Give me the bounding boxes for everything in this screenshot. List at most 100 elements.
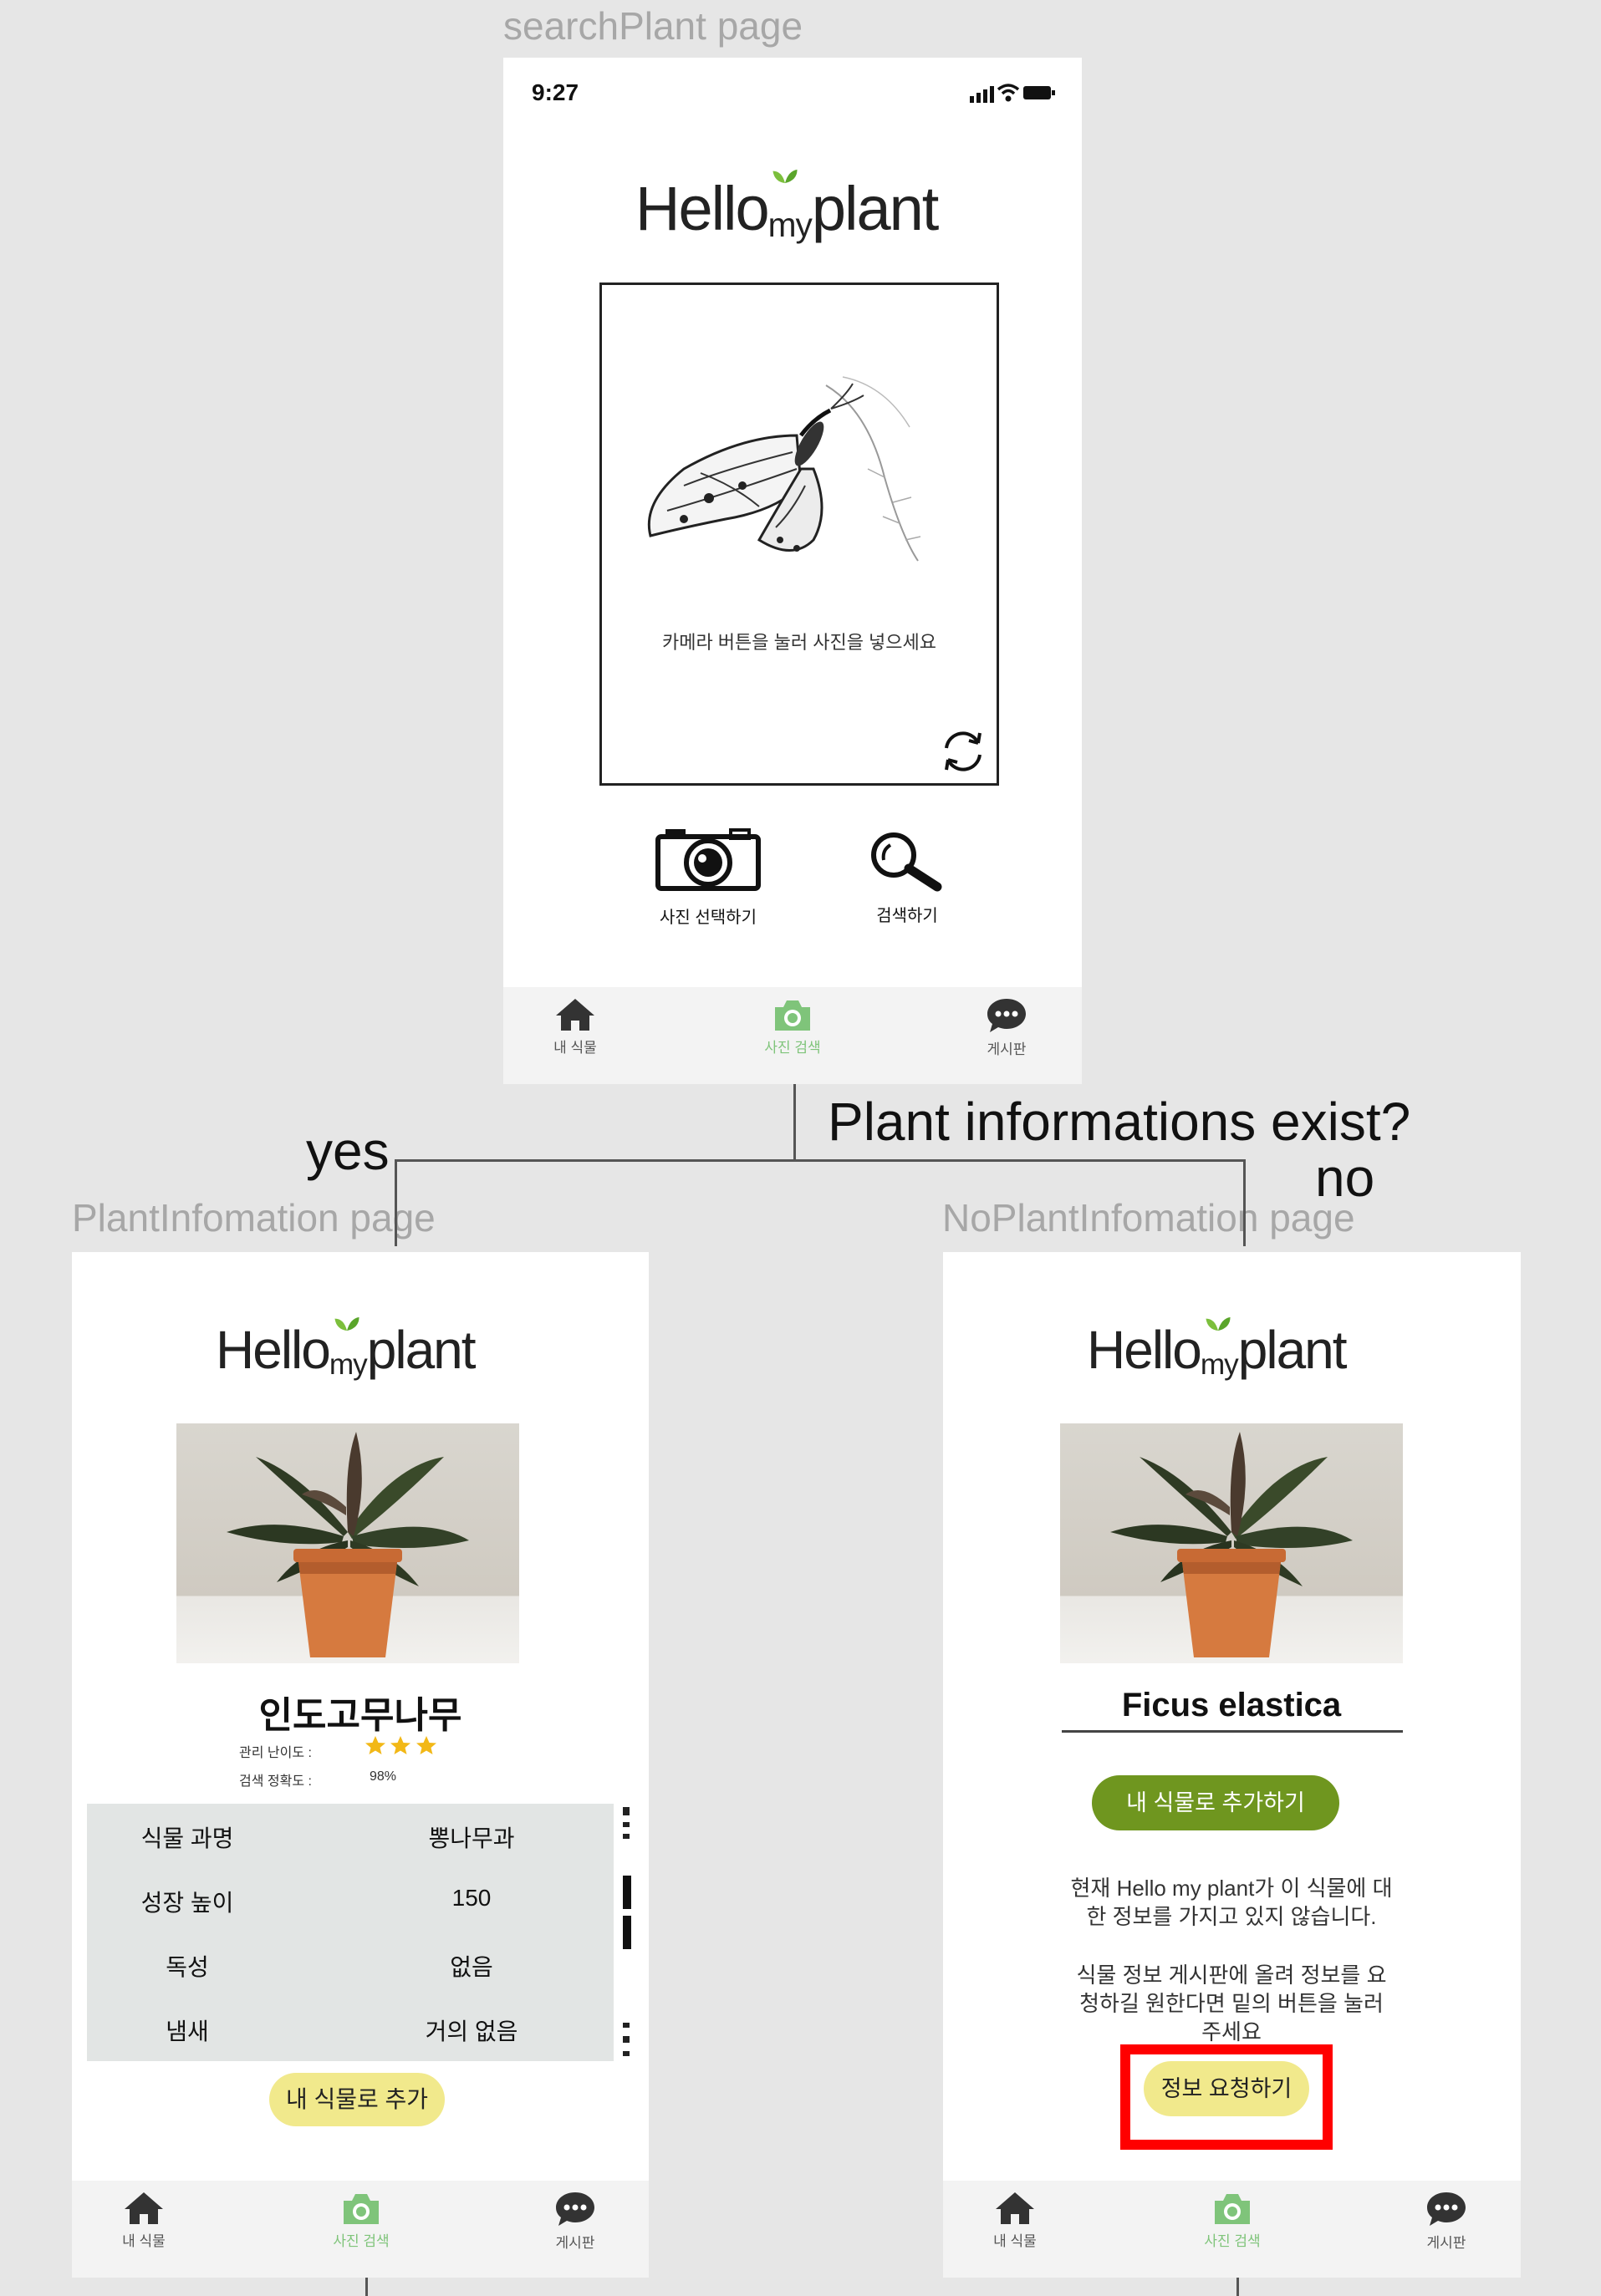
plant-information-screen: Hellomyplant 인도고무나무 관리 난이도 : 검색 정확도 : 98…	[72, 1252, 649, 2278]
plant-name: 인도고무나무	[258, 1695, 462, 1736]
tab-board-label: 게시판	[555, 2235, 595, 2251]
request-guide-message: 식물 정보 게시판에 올려 정보를 요 청하길 원한다면 밑의 버튼을 눌러 주…	[1027, 1961, 1436, 2046]
info-page-label: PlantInfomation page	[72, 1196, 436, 1240]
search-button[interactable]: 검색하기	[861, 828, 953, 926]
connector-down	[793, 1084, 796, 1162]
tab-board[interactable]: 게시판	[525, 2191, 625, 2252]
tab-board-label: 게시판	[987, 1041, 1027, 1057]
chat-icon	[987, 999, 1026, 1032]
tab-my-plants[interactable]: 내 식물	[525, 997, 625, 1056]
tab-camera-icon	[775, 1000, 810, 1031]
photo-preview-frame[interactable]: 카메라 버튼을 눌러 사진을 넣으세요	[599, 283, 999, 786]
flow-no-label: no	[1315, 1148, 1375, 1208]
request-guide-line2: 청하길 원한다면 밑의 버튼을 눌러	[1079, 1991, 1384, 2016]
search-plant-screen: 9:27 Hellomyplant 카메라 버튼을 눌러 사진을 넣으세요 사진…	[503, 58, 1082, 1084]
connector-no	[1243, 1159, 1246, 1246]
no-info-message: 현재 Hello my plant가 이 식물에 대 한 정보를 가지고 있지 …	[1027, 1874, 1436, 1931]
request-guide-line3: 주세요	[1201, 2019, 1262, 2044]
accuracy-label: 검색 정확도 :	[239, 1774, 312, 1789]
noinfo-page-label: NoPlantInfomation page	[942, 1196, 1355, 1240]
camera-hint-text: 카메라 버튼을 눌러 사진을 넣으세요	[661, 632, 937, 653]
logo-plant: plant	[366, 1320, 477, 1380]
bottom-tab-bar: 내 식물 사진 검색 게시판	[72, 2181, 649, 2278]
request-guide-line1: 식물 정보 게시판에 올려 정보를 요	[1076, 1963, 1387, 1988]
no-info-message-line2: 한 정보를 가지고 있지 않습니다.	[1086, 1904, 1377, 1929]
table-value: 150	[451, 1885, 492, 1911]
home-icon	[996, 2192, 1034, 2224]
difficulty-label: 관리 난이도 :	[239, 1746, 312, 1760]
flow-yes-label: yes	[306, 1121, 390, 1181]
tab-camera-icon	[1215, 2194, 1250, 2224]
tab-board[interactable]: 게시판	[1396, 2191, 1496, 2252]
select-photo-label: 사진 선택하기	[660, 909, 757, 927]
plant-name-underline	[1062, 1730, 1403, 1733]
status-bar: 9:27	[530, 79, 1055, 113]
table-key: 식물 과명	[140, 1825, 234, 1851]
search-label: 검색하기	[876, 907, 938, 925]
logo-my: my	[329, 1348, 368, 1382]
logo-plant: plant	[811, 174, 939, 243]
potted-plant-illustration	[227, 1432, 469, 1657]
logo-hello: Hello	[635, 174, 770, 243]
star-icon	[416, 1736, 436, 1754]
table-key: 성장 높이	[140, 1890, 234, 1916]
table-value: 거의 없음	[425, 2019, 518, 2044]
table-row: 식물 과명 뽕나무과	[87, 1804, 614, 1867]
connector-horizontal	[395, 1159, 1246, 1162]
refresh-icon[interactable]	[938, 726, 988, 776]
add-to-my-plants-button[interactable]: 내 식물로 추가하기	[1092, 1775, 1339, 1830]
tab-photo-search[interactable]: 사진 검색	[1182, 2191, 1282, 2250]
search-icon	[871, 832, 942, 892]
logo-leaf-icon	[772, 169, 798, 184]
bottom-tab-bar: 내 식물 사진 검색 게시판	[503, 987, 1082, 1084]
plant-name: Ficus elastica	[1121, 1687, 1342, 1723]
tab-board-label: 게시판	[1426, 2235, 1466, 2251]
connector-info-bottom	[365, 2278, 368, 2296]
tab-my-plants[interactable]: 내 식물	[965, 2191, 1065, 2250]
search-page-label: searchPlant page	[503, 4, 803, 48]
app-logo: Hellomyplant	[216, 1316, 477, 1382]
logo-leaf-icon	[334, 1316, 359, 1331]
tab-photo-search[interactable]: 사진 검색	[311, 2191, 411, 2250]
tab-my-plants-label: 내 식물	[993, 2233, 1037, 2249]
connector-yes	[395, 1159, 397, 1246]
potted-plant-illustration	[1110, 1432, 1353, 1657]
accuracy-value: 98%	[370, 1769, 397, 1784]
connector-noinfo-bottom	[1236, 2278, 1239, 2296]
select-photo-button[interactable]: 사진 선택하기	[654, 825, 762, 928]
app-logo: Hellomyplant	[1087, 1316, 1348, 1382]
flow-question: Plant informations exist?	[828, 1092, 1411, 1152]
table-row: 독성 없음	[87, 1932, 614, 1996]
tab-my-plants-label: 내 식물	[122, 2233, 166, 2249]
logo-leaf-icon	[1206, 1316, 1231, 1331]
signal-icon	[970, 86, 994, 103]
tab-photo-search-label: 사진 검색	[764, 1040, 821, 1056]
tab-photo-search-label: 사진 검색	[1204, 2233, 1261, 2249]
table-row: 성장 높이 150	[87, 1868, 614, 1932]
butterfly-illustration	[647, 376, 921, 562]
logo-hello: Hello	[1087, 1320, 1202, 1380]
battery-icon	[1023, 86, 1055, 99]
add-to-my-plants-button[interactable]: 내 식물로 추가	[269, 2073, 445, 2126]
request-info-button[interactable]: 정보 요청하기	[1144, 2061, 1309, 2116]
app-logo: Hellomyplant	[635, 169, 939, 245]
table-value: 뽕나무과	[428, 1825, 515, 1851]
logo-hello: Hello	[216, 1320, 331, 1380]
tab-photo-search-label: 사진 검색	[333, 2233, 390, 2249]
camera-icon	[655, 828, 761, 891]
tab-board[interactable]: 게시판	[956, 997, 1057, 1058]
chat-icon	[556, 2192, 594, 2226]
logo-my: my	[767, 206, 813, 245]
no-plant-information-screen: Hellomyplant Ficus elastica 내 식물로 추가하기 현…	[943, 1252, 1521, 2278]
tab-my-plants[interactable]: 내 식물	[94, 2191, 194, 2250]
table-scrollbar[interactable]	[620, 1804, 631, 2061]
logo-plant: plant	[1237, 1320, 1348, 1380]
home-icon	[125, 2192, 163, 2224]
logo-my: my	[1200, 1348, 1239, 1382]
status-time: 9:27	[532, 79, 579, 105]
home-icon	[556, 999, 594, 1031]
tab-my-plants-label: 내 식물	[553, 1040, 597, 1056]
tab-photo-search[interactable]: 사진 검색	[742, 997, 843, 1056]
wifi-icon	[997, 84, 1020, 102]
star-icon	[390, 1736, 411, 1754]
